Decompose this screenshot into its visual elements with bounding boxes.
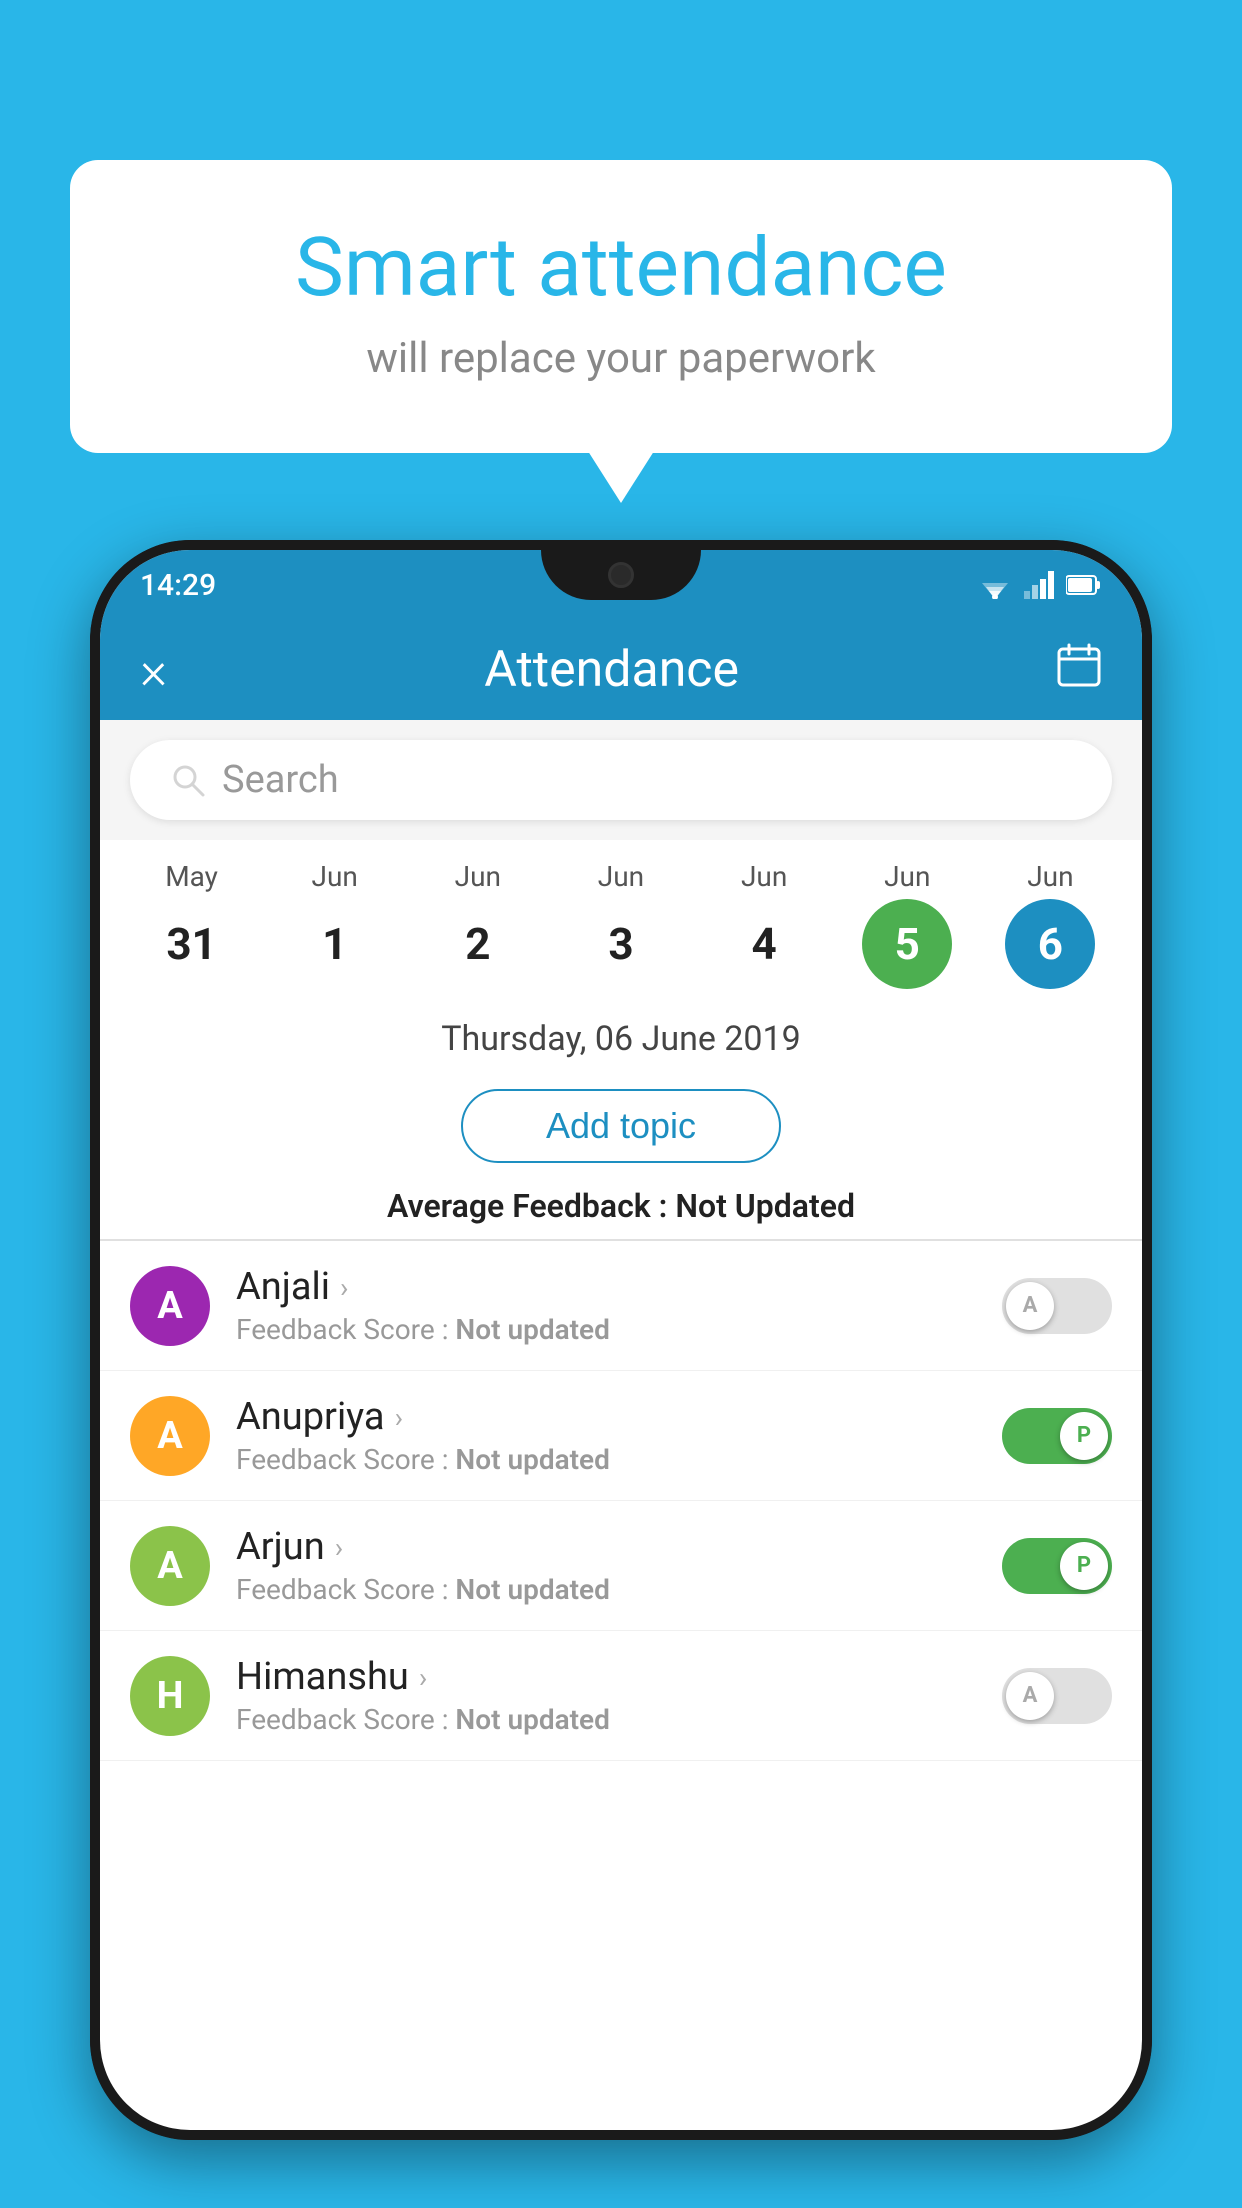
- search-bar[interactable]: Search: [130, 740, 1112, 820]
- notch: [541, 550, 701, 600]
- date-col[interactable]: Jun 2: [413, 860, 543, 989]
- front-camera: [608, 562, 634, 588]
- day-circle[interactable]: 1: [290, 899, 380, 989]
- day-circle[interactable]: 5: [862, 899, 952, 989]
- student-score: Feedback Score : Not updated: [236, 1573, 1002, 1606]
- date-col[interactable]: Jun 5: [842, 860, 972, 989]
- date-col[interactable]: May 31: [127, 860, 257, 989]
- search-icon: [170, 762, 206, 798]
- toggle-knob: A: [1006, 1672, 1054, 1720]
- calendar-icon[interactable]: [1056, 642, 1102, 699]
- student-item[interactable]: A Arjun › Feedback Score : Not updated P: [100, 1501, 1142, 1631]
- toggle-container[interactable]: A: [1002, 1278, 1112, 1334]
- avg-feedback-label: Average Feedback :: [387, 1187, 675, 1225]
- chevron-right-icon: ›: [395, 1401, 403, 1434]
- day-circle[interactable]: 31: [147, 899, 237, 989]
- attendance-toggle[interactable]: A: [1002, 1668, 1112, 1724]
- calendar-strip: May 31 Jun 1 Jun 2 Jun 3 Jun 4 Jun 5 Jun 6: [100, 840, 1142, 999]
- toggle-knob: P: [1060, 1542, 1108, 1590]
- student-list: AAnjali ›Feedback Score : Not updatedAAA…: [100, 1241, 1142, 1761]
- chevron-right-icon: ›: [419, 1661, 427, 1694]
- student-score: Feedback Score : Not updated: [236, 1443, 1002, 1476]
- month-label: Jun: [884, 860, 930, 893]
- date-col[interactable]: Jun 1: [270, 860, 400, 989]
- month-label: Jun: [598, 860, 644, 893]
- signal-icon: [1024, 571, 1054, 599]
- chevron-right-icon: ›: [335, 1531, 343, 1564]
- speech-bubble-container: Smart attendance will replace your paper…: [70, 160, 1172, 453]
- student-name: Himanshu ›: [236, 1655, 1002, 1699]
- avg-feedback: Average Feedback : Not Updated: [100, 1187, 1142, 1239]
- student-score: Feedback Score : Not updated: [236, 1703, 1002, 1736]
- date-row: May 31 Jun 1 Jun 2 Jun 3 Jun 4 Jun 5 Jun 6: [100, 860, 1142, 989]
- app-bar-title: Attendance: [484, 641, 739, 699]
- month-label: Jun: [312, 860, 358, 893]
- search-placeholder[interactable]: Search: [222, 758, 339, 802]
- toggle-knob: P: [1060, 1412, 1108, 1460]
- toggle-container[interactable]: P: [1002, 1408, 1112, 1464]
- day-circle[interactable]: 2: [433, 899, 523, 989]
- student-info: Anjali › Feedback Score : Not updated: [236, 1265, 1002, 1346]
- attendance-toggle[interactable]: A: [1002, 1278, 1112, 1334]
- student-item[interactable]: AAnjali ›Feedback Score : Not updatedA: [100, 1241, 1142, 1371]
- avatar: H: [130, 1656, 210, 1736]
- chevron-right-icon: ›: [340, 1271, 348, 1304]
- avatar: A: [130, 1266, 210, 1346]
- toggle-container[interactable]: P: [1002, 1538, 1112, 1594]
- app-bar: × Attendance: [100, 620, 1142, 720]
- add-topic-button[interactable]: Add topic: [461, 1089, 781, 1163]
- avatar: A: [130, 1396, 210, 1476]
- battery-icon: [1066, 574, 1102, 596]
- student-score: Feedback Score : Not updated: [236, 1313, 1002, 1346]
- month-label: Jun: [455, 860, 501, 893]
- date-col[interactable]: Jun 4: [699, 860, 829, 989]
- speech-bubble-subtitle: will replace your paperwork: [150, 334, 1092, 383]
- student-item[interactable]: A Anupriya › Feedback Score : Not updated P: [100, 1371, 1142, 1501]
- phone-inner: 14:29: [90, 540, 1152, 2140]
- student-name: Anupriya ›: [236, 1395, 1002, 1439]
- wifi-icon: [978, 571, 1012, 599]
- attendance-toggle[interactable]: P: [1002, 1538, 1112, 1594]
- student-name: Arjun ›: [236, 1525, 1002, 1569]
- student-info: Himanshu › Feedback Score : Not updated: [236, 1655, 1002, 1736]
- student-item[interactable]: H Himanshu › Feedback Score : Not updatedA: [100, 1631, 1142, 1761]
- day-circle[interactable]: 6: [1005, 899, 1095, 989]
- speech-bubble: Smart attendance will replace your paper…: [70, 160, 1172, 453]
- status-time: 14:29: [140, 568, 216, 603]
- phone-screen: 14:29: [100, 550, 1142, 2130]
- avatar: A: [130, 1526, 210, 1606]
- search-bar-container: Search: [100, 720, 1142, 840]
- month-label: May: [165, 860, 218, 893]
- close-button[interactable]: ×: [140, 640, 167, 701]
- toggle-container[interactable]: A: [1002, 1668, 1112, 1724]
- phone-frame: 14:29: [90, 540, 1152, 2140]
- toggle-knob: A: [1006, 1282, 1054, 1330]
- student-info: Anupriya › Feedback Score : Not updated: [236, 1395, 1002, 1476]
- avg-feedback-value: Not Updated: [675, 1187, 855, 1225]
- date-col[interactable]: Jun 6: [985, 860, 1115, 989]
- day-circle[interactable]: 4: [719, 899, 809, 989]
- status-icons: [978, 571, 1102, 599]
- month-label: Jun: [741, 860, 787, 893]
- day-circle[interactable]: 3: [576, 899, 666, 989]
- student-name: Anjali ›: [236, 1265, 1002, 1309]
- attendance-toggle[interactable]: P: [1002, 1408, 1112, 1464]
- speech-bubble-title: Smart attendance: [150, 220, 1092, 316]
- student-info: Arjun › Feedback Score : Not updated: [236, 1525, 1002, 1606]
- month-label: Jun: [1027, 860, 1073, 893]
- selected-date-label: Thursday, 06 June 2019: [100, 999, 1142, 1069]
- date-col[interactable]: Jun 3: [556, 860, 686, 989]
